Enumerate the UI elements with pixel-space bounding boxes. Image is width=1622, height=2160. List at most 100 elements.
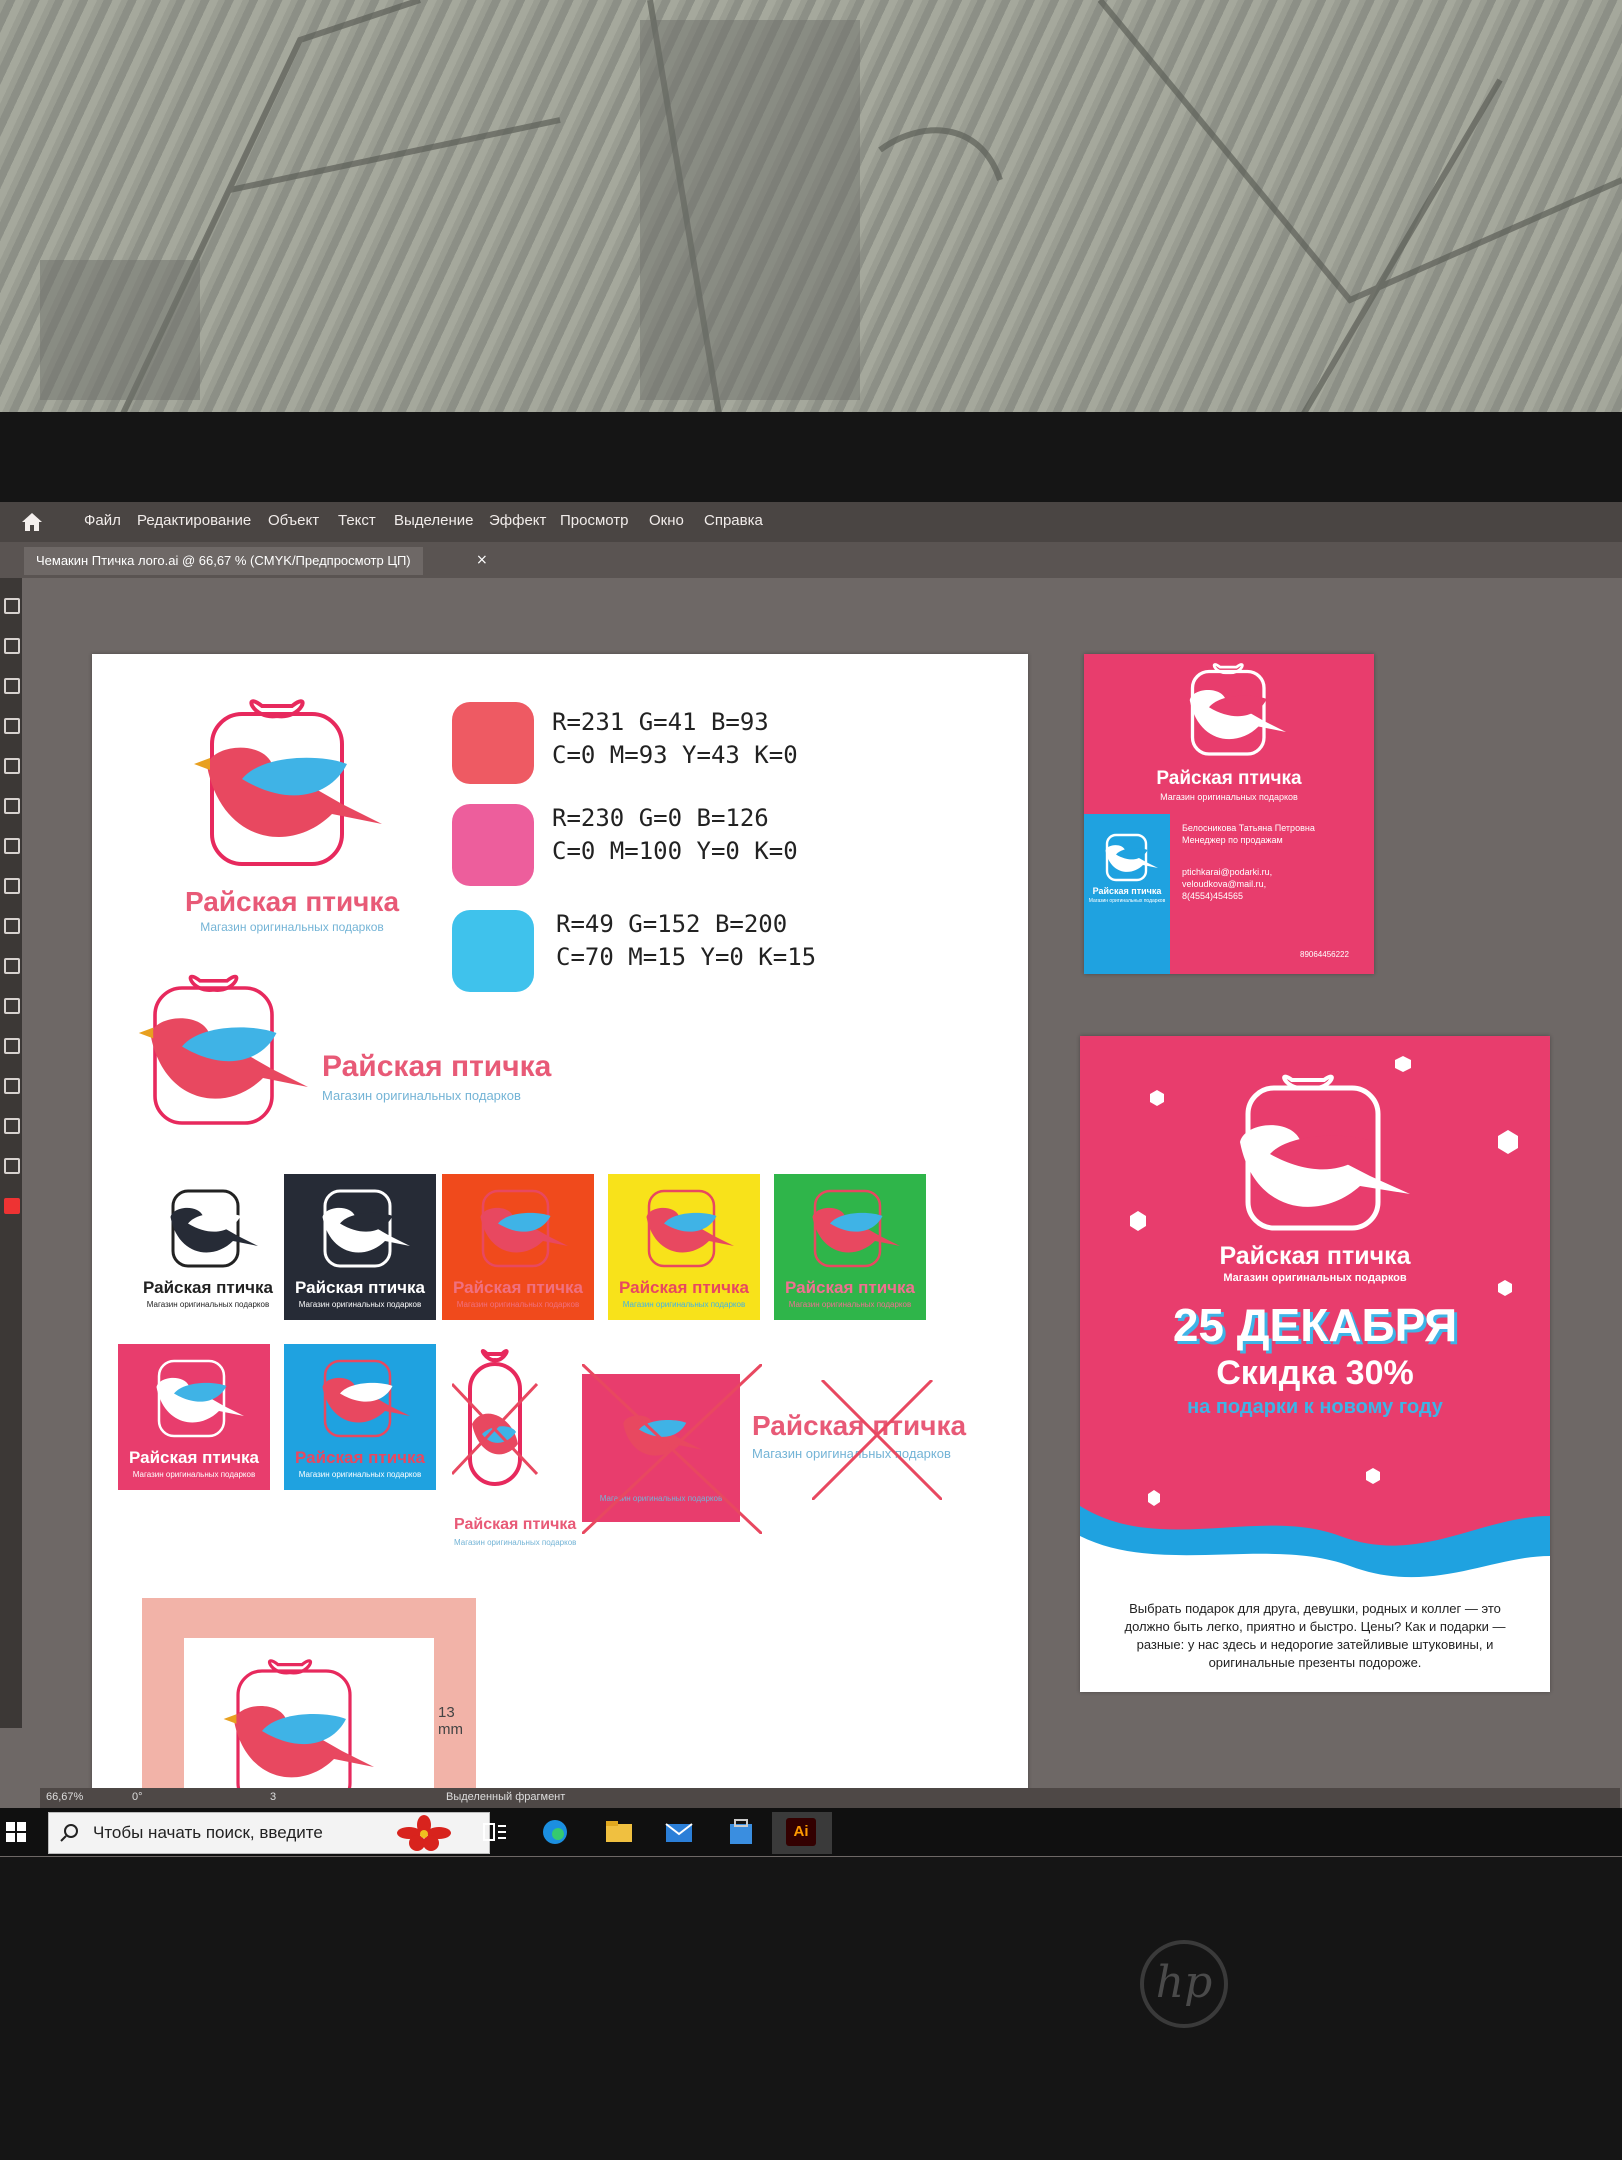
- card-front-tagline: Магазин оригинальных подарков: [1160, 792, 1298, 802]
- bird-color-icon: [812, 1189, 900, 1268]
- business-card-artboard[interactable]: Райская птичка Магазин оригинальных пода…: [1084, 654, 1374, 974]
- zoom-tool-icon[interactable]: [4, 1158, 20, 1174]
- main-artboard[interactable]: Райская птичка Магазин оригинальных пода…: [92, 654, 1028, 1809]
- line-tool-icon[interactable]: [4, 758, 20, 774]
- selection-tool-icon[interactable]: [4, 598, 20, 614]
- card-phone-2: 89064456222: [1300, 950, 1349, 959]
- poinsettia-icon: [397, 1815, 451, 1851]
- color-swatch-3[interactable]: [452, 910, 534, 992]
- bird-black-icon: [170, 1189, 258, 1268]
- document-tab-title: Чемакин Птичка лого.ai @ 66,67 % (CMYK/П…: [36, 553, 411, 568]
- task-view-icon[interactable]: [480, 1818, 510, 1846]
- tile-3-name: Райская птичка: [453, 1278, 583, 1297]
- brand-name-horizontal: Райская птичка: [322, 1050, 552, 1083]
- card-front-name: Райская птичка: [1156, 768, 1302, 789]
- tile-5-tagline: Магазин оригинальных подарков: [788, 1300, 912, 1309]
- cross-mark-icon: [582, 1364, 762, 1534]
- shape-builder-tool-icon[interactable]: [4, 998, 20, 1014]
- card-person-name: Белосникова Татьяна Петровна: [1182, 823, 1315, 833]
- bird-white-icon: [322, 1189, 410, 1268]
- edge-icon[interactable]: [540, 1818, 570, 1846]
- card-person-role: Менеджер по продажам: [1182, 835, 1283, 845]
- logo-variant-blue[interactable]: Райская птичка Магазин оригинальных пода…: [284, 1344, 436, 1490]
- flyer-artboard[interactable]: Райская птичка Магазин оригинальных пода…: [1080, 1036, 1550, 1692]
- logo-variant-pink[interactable]: Райская птичка Магазин оригинальных пода…: [118, 1344, 270, 1490]
- menu-window[interactable]: Окно: [649, 512, 684, 529]
- search-icon: [60, 1824, 78, 1842]
- logo-variant-orange[interactable]: Райская птичка Магазин оригинальных пода…: [442, 1174, 594, 1320]
- menu-view[interactable]: Просмотр: [560, 512, 629, 529]
- scale-tool-icon[interactable]: [4, 958, 20, 974]
- mail-icon[interactable]: [664, 1818, 694, 1846]
- bird-logo-icon: [194, 699, 382, 866]
- zoom-level[interactable]: 66,67%: [46, 1791, 83, 1803]
- menu-text[interactable]: Текст: [338, 512, 376, 529]
- tile-6-name: Райская птичка: [129, 1448, 259, 1467]
- document-tab[interactable]: Чемакин Птичка лого.ai @ 66,67 % (CMYK/П…: [24, 547, 423, 575]
- tile-1-name: Райская птичка: [143, 1278, 273, 1297]
- logo-variant-green[interactable]: Райская птичка Магазин оригинальных пода…: [774, 1174, 926, 1320]
- type-tool-icon[interactable]: [4, 718, 20, 734]
- close-tab-icon[interactable]: ×: [476, 552, 488, 568]
- bird-pink-bg-icon: [156, 1359, 244, 1438]
- tile-1-tagline: Магазин оригинальных подарков: [146, 1300, 270, 1309]
- bird-color-icon: [480, 1189, 568, 1268]
- rotate-tool-icon[interactable]: [4, 918, 20, 934]
- hand-tool-icon[interactable]: [4, 1118, 20, 1134]
- measure-value: 13: [438, 1704, 455, 1721]
- logo-variant-yellow[interactable]: Райская птичка Магазин оригинальных пода…: [608, 1174, 760, 1320]
- wall-pattern: [40, 0, 1622, 420]
- color-spec-2: R=230 G=0 B=126 C=0 M=100 Y=0 K=0: [552, 802, 798, 868]
- menu-file[interactable]: Файл: [84, 512, 121, 529]
- rotation-view[interactable]: 0°: [132, 1791, 143, 1803]
- laptop-bezel-bottom: [0, 1857, 1622, 2160]
- color-swatch-1[interactable]: [452, 702, 534, 784]
- flyer-brand-name: Райская птичка: [1219, 1242, 1411, 1270]
- tile-2-tagline: Магазин оригинальных подарков: [298, 1300, 422, 1309]
- card-back-tagline: Магазин оригинальных подарков: [1088, 898, 1166, 904]
- fill-color-icon[interactable]: [4, 1198, 20, 1214]
- card-contacts: Белосникова Татьяна Петровна Менеджер по…: [1182, 822, 1315, 902]
- menu-effect[interactable]: Эффект: [489, 512, 546, 529]
- rejected-vertical-name: Райская птичка: [454, 1516, 577, 1533]
- search-placeholder: Чтобы начать поиск, введите: [93, 1823, 323, 1842]
- rectangle-tool-icon[interactable]: [4, 798, 20, 814]
- color-swatch-2[interactable]: [452, 804, 534, 886]
- eyedropper-tool-icon[interactable]: [4, 1078, 20, 1094]
- color-spec-3-rgb: R=49 G=152 B=200: [556, 910, 788, 938]
- tile-6-tagline: Магазин оригинальных подарков: [132, 1470, 256, 1479]
- pen-tool-icon[interactable]: [4, 678, 20, 694]
- rejected-vertical-logo-icon: [452, 1349, 539, 1486]
- artboard-number[interactable]: 3: [270, 1791, 276, 1803]
- color-spec-3-cmyk: C=70 M=15 Y=0 K=15: [556, 943, 817, 971]
- menu-select[interactable]: Выделение: [394, 512, 473, 529]
- logo-variant-black-on-white[interactable]: Райская птичка Магазин оригинальных пода…: [132, 1174, 284, 1320]
- safe-zone-diagram: 13 mm: [142, 1598, 476, 1809]
- home-icon[interactable]: [20, 511, 44, 533]
- flyer-discount: Скидка 30%: [1216, 1354, 1414, 1392]
- brand-tagline-horizontal: Магазин оригинальных подарков: [322, 1088, 521, 1103]
- taskbar-search-box[interactable]: Чтобы начать поиск, введите: [48, 1812, 490, 1854]
- flyer-tagline: Магазин оригинальных подарков: [1223, 1272, 1407, 1284]
- color-spec-1-cmyk: C=0 M=93 Y=43 K=0: [552, 741, 798, 769]
- brush-tool-icon[interactable]: [4, 838, 20, 854]
- direct-selection-tool-icon[interactable]: [4, 638, 20, 654]
- bird-logo-horizontal-icon: [138, 974, 308, 1125]
- store-icon[interactable]: [726, 1818, 756, 1846]
- windows-icon[interactable]: [6, 1822, 26, 1842]
- illustrator-taskbar-button[interactable]: Ai: [772, 1812, 832, 1854]
- hp-logo-icon: hp: [1140, 1940, 1228, 2028]
- screen: Файл Редактирование Объект Текст Выделен…: [0, 502, 1622, 1857]
- card-phone-1: 8(4554)454565: [1182, 891, 1244, 901]
- bird-blue-bg-icon: [322, 1359, 410, 1438]
- flyer-date: 25 ДЕКАБРЯ: [1172, 1299, 1458, 1351]
- eraser-tool-icon[interactable]: [4, 878, 20, 894]
- menu-edit[interactable]: Редактирование: [137, 512, 251, 529]
- logo-variant-white-on-black[interactable]: Райская птичка Магазин оригинальных пода…: [284, 1174, 436, 1320]
- menu-help[interactable]: Справка: [704, 512, 763, 529]
- gradient-tool-icon[interactable]: [4, 1038, 20, 1054]
- tile-5-name: Райская птичка: [785, 1278, 915, 1297]
- menu-object[interactable]: Объект: [268, 512, 319, 529]
- rejected-square-logo[interactable]: Магазин оригинальных подарков: [582, 1364, 762, 1534]
- explorer-icon[interactable]: [604, 1818, 634, 1846]
